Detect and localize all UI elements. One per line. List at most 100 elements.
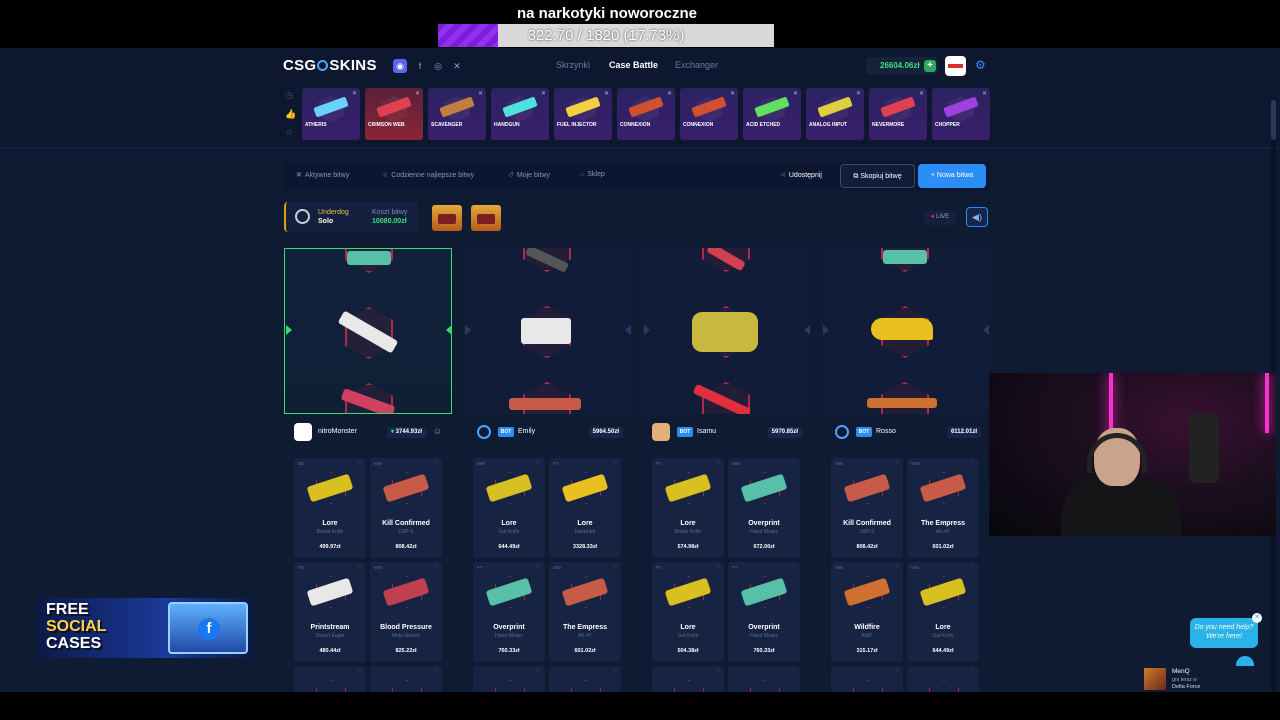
nav-cases[interactable]: Skrzynki <box>556 60 590 70</box>
x-twitter-icon[interactable]: ✕ <box>450 59 464 73</box>
nav-exchanger[interactable]: Exchanger <box>675 60 718 70</box>
drop-badge-icon: ✕ <box>414 91 420 97</box>
favorite-heart-icon[interactable]: ♡ <box>357 668 362 675</box>
item-card[interactable]: MW ♡ Kill Confirmed USP-S 808.42zł <box>831 458 903 558</box>
player-avatar[interactable] <box>294 423 312 441</box>
favorite-heart-icon[interactable]: ♡ <box>433 564 438 571</box>
settings-gear-icon[interactable]: ⚙ <box>975 58 986 72</box>
live-drop-card[interactable]: ✕ ATHERIS <box>302 88 360 140</box>
battle-case-icon[interactable] <box>432 205 462 231</box>
balance-display[interactable]: 26604.06zł + <box>866 57 938 75</box>
live-drop-card[interactable]: ✕ CONNEXION <box>617 88 675 140</box>
item-card[interactable]: FT ♡ Lore Gut Knife 504.38zł <box>652 562 724 662</box>
promo-line-3: CASES <box>46 635 102 652</box>
emoji-icon[interactable]: ☺ <box>433 426 442 436</box>
copy-battle-button[interactable]: ⧉ Skopiuj bitwę <box>840 164 915 188</box>
item-card[interactable]: WW ♡ The Empress AK-47 601.02zł <box>907 458 979 558</box>
item-price: 480.44zł <box>319 648 341 654</box>
item-card[interactable]: ♡ <box>473 666 545 692</box>
favorite-heart-icon[interactable]: ♡ <box>791 564 796 571</box>
logo-text-left: CSG <box>283 57 317 74</box>
reel-item-current <box>521 318 571 344</box>
scrollbar-thumb[interactable] <box>1271 100 1276 140</box>
drop-name: CONNEXION <box>620 122 651 128</box>
favorite-heart-icon[interactable]: ♡ <box>536 564 541 571</box>
live-drop-card[interactable]: ✕ HANDGUN <box>491 88 549 140</box>
item-card[interactable]: ♡ <box>907 666 979 692</box>
live-drop-card[interactable]: ✕ CRIMSON WEB <box>365 88 423 140</box>
item-card[interactable]: MW ♡ The Empress AK-47 601.02zł <box>549 562 621 662</box>
favorite-heart-icon[interactable]: ♡ <box>970 460 975 467</box>
item-card[interactable]: ♡ <box>831 666 903 692</box>
daily-best-link[interactable]: ♕ Codzienne najlepsze bitwy <box>382 171 474 179</box>
favorite-heart-icon[interactable]: ♡ <box>433 460 438 467</box>
player-avatar[interactable] <box>652 423 670 441</box>
user-avatar[interactable] <box>945 56 966 76</box>
favorite-heart-icon[interactable]: ♡ <box>536 668 541 675</box>
item-card[interactable]: FT ♡ Overprint Hand Wraps 760.33zł <box>473 562 545 662</box>
favorite-heart-icon[interactable]: ♡ <box>357 564 362 571</box>
live-drop-card[interactable]: ✕ FUEL INJECTOR <box>554 88 612 140</box>
site-logo[interactable]: CSG SKINS <box>283 57 377 74</box>
instagram-icon[interactable]: ◎ <box>431 59 445 73</box>
thumbs-up-icon[interactable]: 👍 <box>285 109 296 119</box>
item-quality: MW <box>477 461 485 466</box>
item-card[interactable]: ♡ <box>549 666 621 692</box>
favorite-heart-icon[interactable]: ♡ <box>715 564 720 571</box>
facebook-icon[interactable]: f <box>413 59 427 73</box>
free-cases-promo[interactable]: FREE SOCIAL CASES f <box>38 598 254 658</box>
new-battle-button[interactable]: + Nowa bitwa <box>918 164 986 188</box>
share-button[interactable]: ⋖ Udostępnij <box>780 171 822 179</box>
favorite-heart-icon[interactable]: ♡ <box>536 460 541 467</box>
star-icon[interactable]: ☆ <box>285 127 295 137</box>
favorite-heart-icon[interactable]: ♡ <box>970 668 975 675</box>
favorite-heart-icon[interactable]: ♡ <box>894 460 899 467</box>
item-card[interactable]: MW ♡ Lore Gut Knife 644.49zł <box>907 562 979 662</box>
favorite-heart-icon[interactable]: ♡ <box>433 668 438 675</box>
item-card[interactable]: ♡ <box>652 666 724 692</box>
favorite-heart-icon[interactable]: ♡ <box>612 460 617 467</box>
close-help-icon[interactable]: ✕ <box>1252 613 1262 623</box>
live-drop-card[interactable]: ✕ CHOPPER <box>932 88 990 140</box>
live-drop-card[interactable]: ✕ SCAVENGER <box>428 88 486 140</box>
battle-case-icon[interactable] <box>471 205 501 231</box>
nav-case-battle[interactable]: Case Battle <box>609 60 658 70</box>
shop-link[interactable]: ⌂ Sklep <box>580 171 605 178</box>
item-card[interactable]: FT ♡ Lore Karambit 3328.33zł <box>549 458 621 558</box>
item-card[interactable]: BS ♡ Lore Bowie Knife 499.97zł <box>294 458 366 558</box>
favorite-heart-icon[interactable]: ♡ <box>970 564 975 571</box>
my-battles-link[interactable]: ↺ Moje bitwy <box>508 171 550 179</box>
item-card[interactable]: ♡ <box>370 666 442 692</box>
favorite-heart-icon[interactable]: ♡ <box>894 668 899 675</box>
favorite-heart-icon[interactable]: ♡ <box>791 460 796 467</box>
favorite-heart-icon[interactable]: ♡ <box>894 564 899 571</box>
reel-pointer-right <box>625 325 631 335</box>
item-card[interactable]: WW ♡ Overprint Hand Wraps 672.00zł <box>728 458 800 558</box>
item-card[interactable]: ♡ <box>728 666 800 692</box>
active-battles-link[interactable]: ✖ Aktywne bitwy <box>296 171 349 179</box>
history-clock-icon[interactable]: ◷ <box>285 90 295 100</box>
live-drop-card[interactable]: ✕ NEVERMORE <box>869 88 927 140</box>
favorite-heart-icon[interactable]: ♡ <box>357 460 362 467</box>
item-card[interactable]: FT ♡ Overprint Hand Wraps 760.33zł <box>728 562 800 662</box>
favorite-heart-icon[interactable]: ♡ <box>612 668 617 675</box>
deposit-plus-icon[interactable]: + <box>924 60 936 72</box>
live-drop-card[interactable]: ✕ CONNEXION <box>680 88 738 140</box>
item-card[interactable]: WW ♡ Blood Pressure Moto Gloves 825.22zł <box>370 562 442 662</box>
help-chat-bubble[interactable]: Do you need help? We're here! <box>1190 618 1258 648</box>
item-card[interactable]: MW ♡ Kill Confirmed USP-S 808.42zł <box>370 458 442 558</box>
favorite-heart-icon[interactable]: ♡ <box>715 460 720 467</box>
favorite-heart-icon[interactable]: ♡ <box>612 564 617 571</box>
discord-icon[interactable]: ◉ <box>393 59 407 73</box>
item-card[interactable]: FT ♡ Lore Bowie Knife 574.98zł <box>652 458 724 558</box>
favorite-heart-icon[interactable]: ♡ <box>715 668 720 675</box>
item-card[interactable]: FN ♡ Printstream Desert Eagle 480.44zł <box>294 562 366 662</box>
sound-toggle-button[interactable]: ◀) <box>966 207 988 227</box>
live-drop-card[interactable]: ✕ ANALOG INPUT <box>806 88 864 140</box>
item-card[interactable]: MW ♡ Lore Gut Knife 644.49zł <box>473 458 545 558</box>
item-card[interactable]: ♡ <box>294 666 366 692</box>
live-drop-card[interactable]: ✕ ACID ETCHED <box>743 88 801 140</box>
item-quality: MW <box>835 461 843 466</box>
item-card[interactable]: MW ♡ Wildfire AWP 315.17zł <box>831 562 903 662</box>
favorite-heart-icon[interactable]: ♡ <box>791 668 796 675</box>
